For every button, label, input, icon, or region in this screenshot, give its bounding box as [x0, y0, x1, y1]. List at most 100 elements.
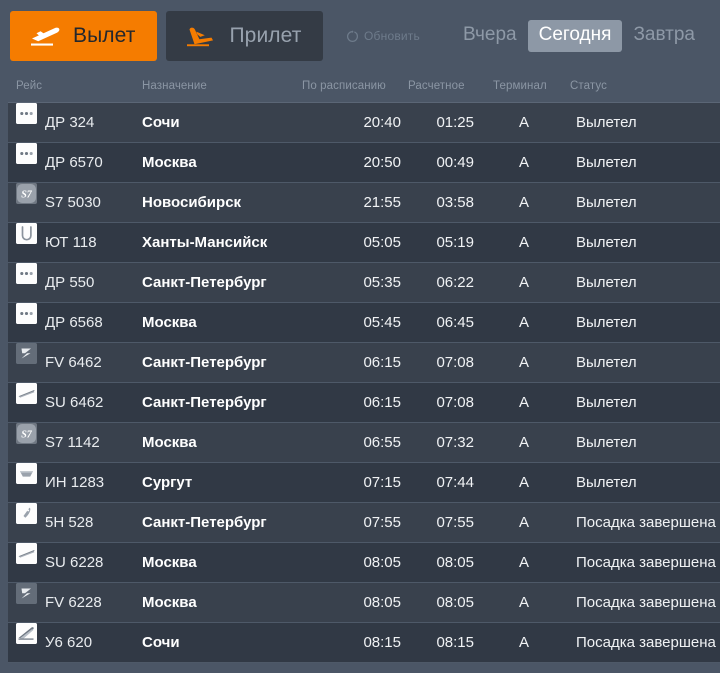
flight-terminal: A: [519, 394, 530, 411]
airline-logo-dr: [16, 303, 37, 324]
flight-status: Посадка завершена: [576, 583, 716, 623]
flight-destination: Санкт-Петербург: [142, 354, 267, 371]
flight-terminal: A: [519, 514, 530, 531]
flight-terminal: A: [519, 434, 530, 451]
flight-status-text: Посадка завершена: [576, 594, 716, 611]
flight-terminal: A: [519, 474, 530, 491]
table-row[interactable]: SU 6228 Москва 08:05 08:05 A Посадка завершен…: [8, 543, 720, 583]
flight-estimated-time: 08:05: [436, 554, 474, 571]
flight-estimated-time: 08:15: [436, 634, 474, 651]
flight-status: Посадка завершена: [576, 543, 716, 583]
airline-logo-cell: S7: [16, 183, 37, 223]
flight-status-text: Вылетел: [576, 314, 637, 331]
flight-destination: Ханты-Мансийск: [142, 234, 268, 251]
flight-number: SU 6228: [45, 554, 104, 571]
refresh-icon: [346, 29, 359, 43]
plane-arrival-icon: [184, 23, 218, 49]
flight-status: Вылетел: [576, 223, 637, 263]
day-button-today[interactable]: Сегодня: [527, 20, 623, 52]
flight-status-text: Посадка завершена: [576, 554, 716, 571]
airline-logo-cell: [16, 263, 37, 303]
table-row[interactable]: FV 6462 Санкт-Петербург 06:15 07:08 A Вылетел: [8, 343, 720, 383]
tab-arrival[interactable]: Прилет: [166, 11, 324, 61]
airline-logo-dr: [16, 103, 37, 124]
flight-number: ДР 6568: [45, 314, 103, 331]
table-row[interactable]: ЮТ 118 Ханты-Мансийск 05:05 05:19 A Вылетел: [8, 223, 720, 263]
table-row[interactable]: ДР 324 Сочи 20:40 01:25 A Вылетел: [8, 103, 720, 143]
flight-number: S7 1142: [45, 434, 100, 451]
flight-estimated-time: 06:45: [436, 314, 474, 331]
flight-status-text: Вылетел: [576, 114, 637, 131]
flight-destination: Сочи: [142, 114, 180, 131]
flight-number: S7 5030: [45, 194, 101, 211]
tab-arrival-label: Прилет: [229, 24, 302, 47]
refresh-button[interactable]: Обновить: [344, 25, 422, 47]
flight-status-text: Вылетел: [576, 434, 637, 451]
table-row[interactable]: S7 S7 5030 Новосибирск 21:55 03:58 A Вылетел: [8, 183, 720, 223]
table-row[interactable]: SU 6462 Санкт-Петербург 06:15 07:08 A Вылетел: [8, 383, 720, 423]
airline-logo-cell: [16, 303, 37, 343]
airline-logo-su: [16, 383, 37, 404]
airline-logo-cell: [16, 143, 37, 183]
flight-status-text: Посадка завершена: [576, 514, 716, 531]
flight-status: Вылетел: [576, 463, 637, 503]
flight-estimated-time: 07:55: [436, 514, 474, 531]
flight-table: ДР 324 Сочи 20:40 01:25 A Вылетел ДР 6570 Москв…: [0, 103, 720, 673]
flight-estimated-time: 05:19: [436, 234, 474, 251]
flight-status: Посадка завершена: [576, 503, 716, 543]
column-header-scheduled: По расписанию: [302, 80, 386, 92]
flight-status: Посадка завершена: [576, 623, 716, 663]
table-row[interactable]: ДР 550 Санкт-Петербург 05:35 06:22 A Вылетел: [8, 263, 720, 303]
flight-scheduled-time: 06:15: [363, 394, 401, 411]
flight-status: Вылетел: [576, 143, 637, 183]
flight-scheduled-time: 05:05: [363, 234, 401, 251]
refresh-label: Обновить: [364, 29, 420, 43]
flight-estimated-time: 07:08: [436, 354, 474, 371]
flight-number: 5Н 528: [45, 514, 94, 531]
airline-logo-cell: [16, 103, 37, 143]
flight-scheduled-time: 05:35: [363, 274, 401, 291]
flight-estimated-time: 00:49: [436, 154, 474, 171]
table-row[interactable]: ДР 6570 Москва 20:50 00:49 A Вылетел: [8, 143, 720, 183]
flight-estimated-time: 08:05: [436, 594, 474, 611]
flight-terminal: A: [519, 194, 530, 211]
flight-destination: Сочи: [142, 634, 180, 651]
tab-departure[interactable]: Вылет: [10, 11, 158, 61]
flight-number: ДР 550: [45, 274, 95, 291]
table-row[interactable]: У6 620 Сочи 08:15 08:15 A Посадка завершена: [8, 623, 720, 663]
tab-departure-label: Вылет: [73, 24, 136, 47]
flight-estimated-time: 03:58: [436, 194, 474, 211]
flight-status-text: Вылетел: [576, 154, 637, 171]
flight-terminal: A: [519, 154, 530, 171]
svg-text:S7: S7: [21, 190, 33, 201]
table-row[interactable]: FV 6228 Москва 08:05 08:05 A Посадка завершен…: [8, 583, 720, 623]
day-button-tomorrow[interactable]: Завтра: [622, 20, 706, 52]
table-row[interactable]: ИН 1283 Сургут 07:15 07:44 A Вылетел: [8, 463, 720, 503]
flight-destination: Москва: [142, 594, 197, 611]
table-row[interactable]: 5Н 528 Санкт-Петербург 07:55 07:55 A Посадка …: [8, 503, 720, 543]
flight-terminal: A: [519, 114, 530, 131]
flight-number: FV 6462: [45, 354, 102, 371]
table-row[interactable]: S7 S7 1142 Москва 06:55 07:32 A Вылетел: [8, 423, 720, 463]
column-header-estimated: Расчетное: [408, 80, 465, 92]
flight-destination: Новосибирск: [142, 194, 242, 211]
flight-destination: Санкт-Петербург: [142, 274, 267, 291]
airline-logo-su: [16, 543, 37, 564]
table-row[interactable]: ДР 6568 Москва 05:45 06:45 A Вылетел: [8, 303, 720, 343]
flight-status: Вылетел: [576, 183, 637, 223]
day-button-yesterday[interactable]: Вчера: [452, 20, 528, 52]
flight-destination: Сургут: [142, 474, 193, 491]
flight-terminal: A: [519, 634, 530, 651]
day-button-tomorrow-label: Завтра: [633, 24, 695, 45]
flight-scheduled-time: 07:55: [363, 514, 401, 531]
flight-scheduled-time: 20:40: [363, 114, 401, 131]
flight-board-app: Вылет Прилет Обновить Вчера Сегодня Завт…: [0, 0, 720, 673]
flight-destination: Санкт-Петербург: [142, 394, 267, 411]
flight-destination: Санкт-Петербург: [142, 514, 267, 531]
flight-status-text: Посадка завершена: [576, 634, 716, 651]
flight-status-text: Вылетел: [576, 474, 637, 491]
flight-scheduled-time: 08:15: [363, 634, 401, 651]
flight-status: Вылетел: [576, 103, 637, 143]
flight-scheduled-time: 08:05: [363, 594, 401, 611]
airline-logo-cell: [16, 503, 37, 543]
